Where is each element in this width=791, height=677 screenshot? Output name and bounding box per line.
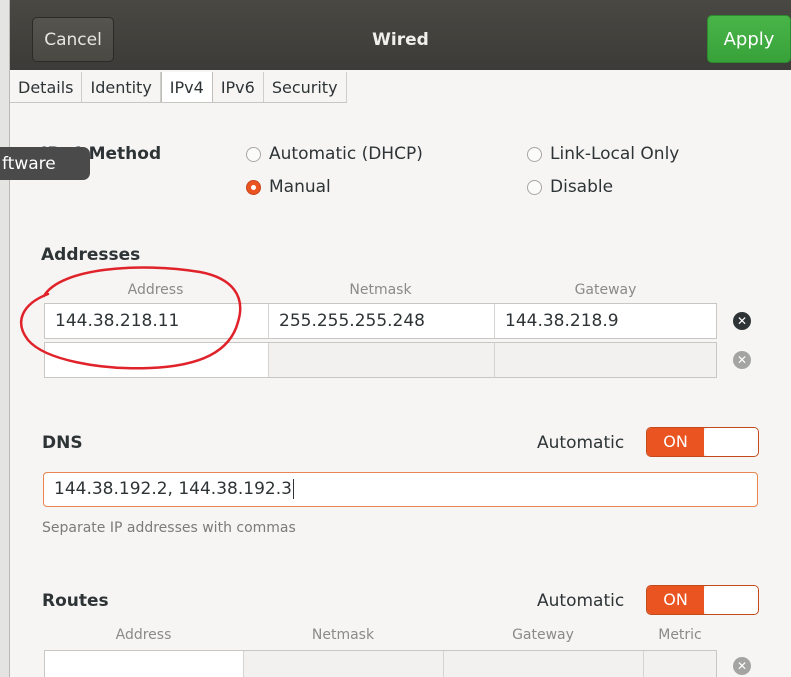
routes-heading: Routes xyxy=(42,591,109,611)
tab-ipv6[interactable]: IPv6 xyxy=(212,72,264,102)
switch-on-label: ON xyxy=(647,586,704,614)
routes-column-gateway: Gateway xyxy=(512,627,574,643)
header-bar: Cancel Wired Apply xyxy=(10,0,791,70)
radio-label: Link-Local Only xyxy=(550,144,680,164)
tab-identity[interactable]: Identity xyxy=(82,72,161,102)
routes-column-metric: Metric xyxy=(658,627,702,643)
tab-bar: Details Identity IPv4 IPv6 Security xyxy=(10,72,347,103)
switch-knob xyxy=(704,586,758,614)
switch-on-label: ON xyxy=(647,428,704,456)
radio-link-local-only[interactable]: Link-Local Only xyxy=(527,144,679,164)
radio-automatic-dhcp[interactable]: Automatic (DHCP) xyxy=(246,144,423,164)
column-header-netmask: Netmask xyxy=(349,282,412,298)
radio-off-icon xyxy=(527,179,542,195)
apply-button[interactable]: Apply xyxy=(707,15,791,63)
address-field[interactable] xyxy=(45,343,269,377)
netmask-field[interactable] xyxy=(269,343,495,377)
gateway-field[interactable] xyxy=(495,343,716,377)
address-row: 144.38.218.11 255.255.255.248 144.38.218… xyxy=(44,303,717,339)
route-address-field[interactable] xyxy=(45,651,244,677)
address-field[interactable]: 144.38.218.11 xyxy=(45,304,269,338)
window-title: Wired xyxy=(372,30,429,50)
radio-off-icon xyxy=(527,146,542,162)
gateway-field[interactable]: 144.38.218.9 xyxy=(495,304,716,338)
routes-column-address: Address xyxy=(115,627,172,643)
address-row-empty xyxy=(44,342,717,378)
radio-label: Automatic (DHCP) xyxy=(269,144,423,164)
dns-input-value: 144.38.192.2, 144.38.192.3 xyxy=(54,479,292,499)
route-metric-field[interactable] xyxy=(644,651,716,677)
route-gateway-field[interactable] xyxy=(444,651,644,677)
addresses-heading: Addresses xyxy=(41,245,141,265)
column-header-address: Address xyxy=(127,282,184,298)
tab-security[interactable]: Security xyxy=(263,72,347,102)
tab-details[interactable]: Details xyxy=(10,72,83,102)
routes-column-netmask: Netmask xyxy=(311,627,375,643)
radio-off-icon xyxy=(246,146,261,162)
dns-hint: Separate IP addresses with commas xyxy=(42,520,296,536)
remove-address-icon[interactable]: ✕ xyxy=(733,312,751,330)
switch-knob xyxy=(704,428,758,456)
dns-automatic-label: Automatic xyxy=(537,433,625,453)
remove-address-icon: ✕ xyxy=(733,351,751,369)
window-left-frame xyxy=(0,0,9,677)
tooltip: ftware xyxy=(0,147,90,180)
dns-automatic-switch[interactable]: ON xyxy=(646,427,759,457)
radio-label: Manual xyxy=(269,177,331,197)
route-row-empty xyxy=(44,650,717,677)
radio-manual[interactable]: Manual xyxy=(246,177,331,197)
routes-automatic-switch[interactable]: ON xyxy=(646,585,759,615)
dns-input[interactable]: 144.38.192.2, 144.38.192.3 xyxy=(43,472,758,507)
route-netmask-field[interactable] xyxy=(244,651,444,677)
column-header-gateway: Gateway xyxy=(574,282,637,298)
radio-disable[interactable]: Disable xyxy=(527,177,613,197)
dns-heading: DNS xyxy=(42,433,83,453)
remove-route-icon: ✕ xyxy=(733,657,751,675)
text-caret xyxy=(292,479,294,499)
radio-label: Disable xyxy=(550,177,614,197)
radio-on-icon xyxy=(246,179,261,195)
netmask-field[interactable]: 255.255.255.248 xyxy=(269,304,495,338)
tab-ipv4[interactable]: IPv4 xyxy=(160,72,213,102)
routes-automatic-label: Automatic xyxy=(537,591,625,611)
